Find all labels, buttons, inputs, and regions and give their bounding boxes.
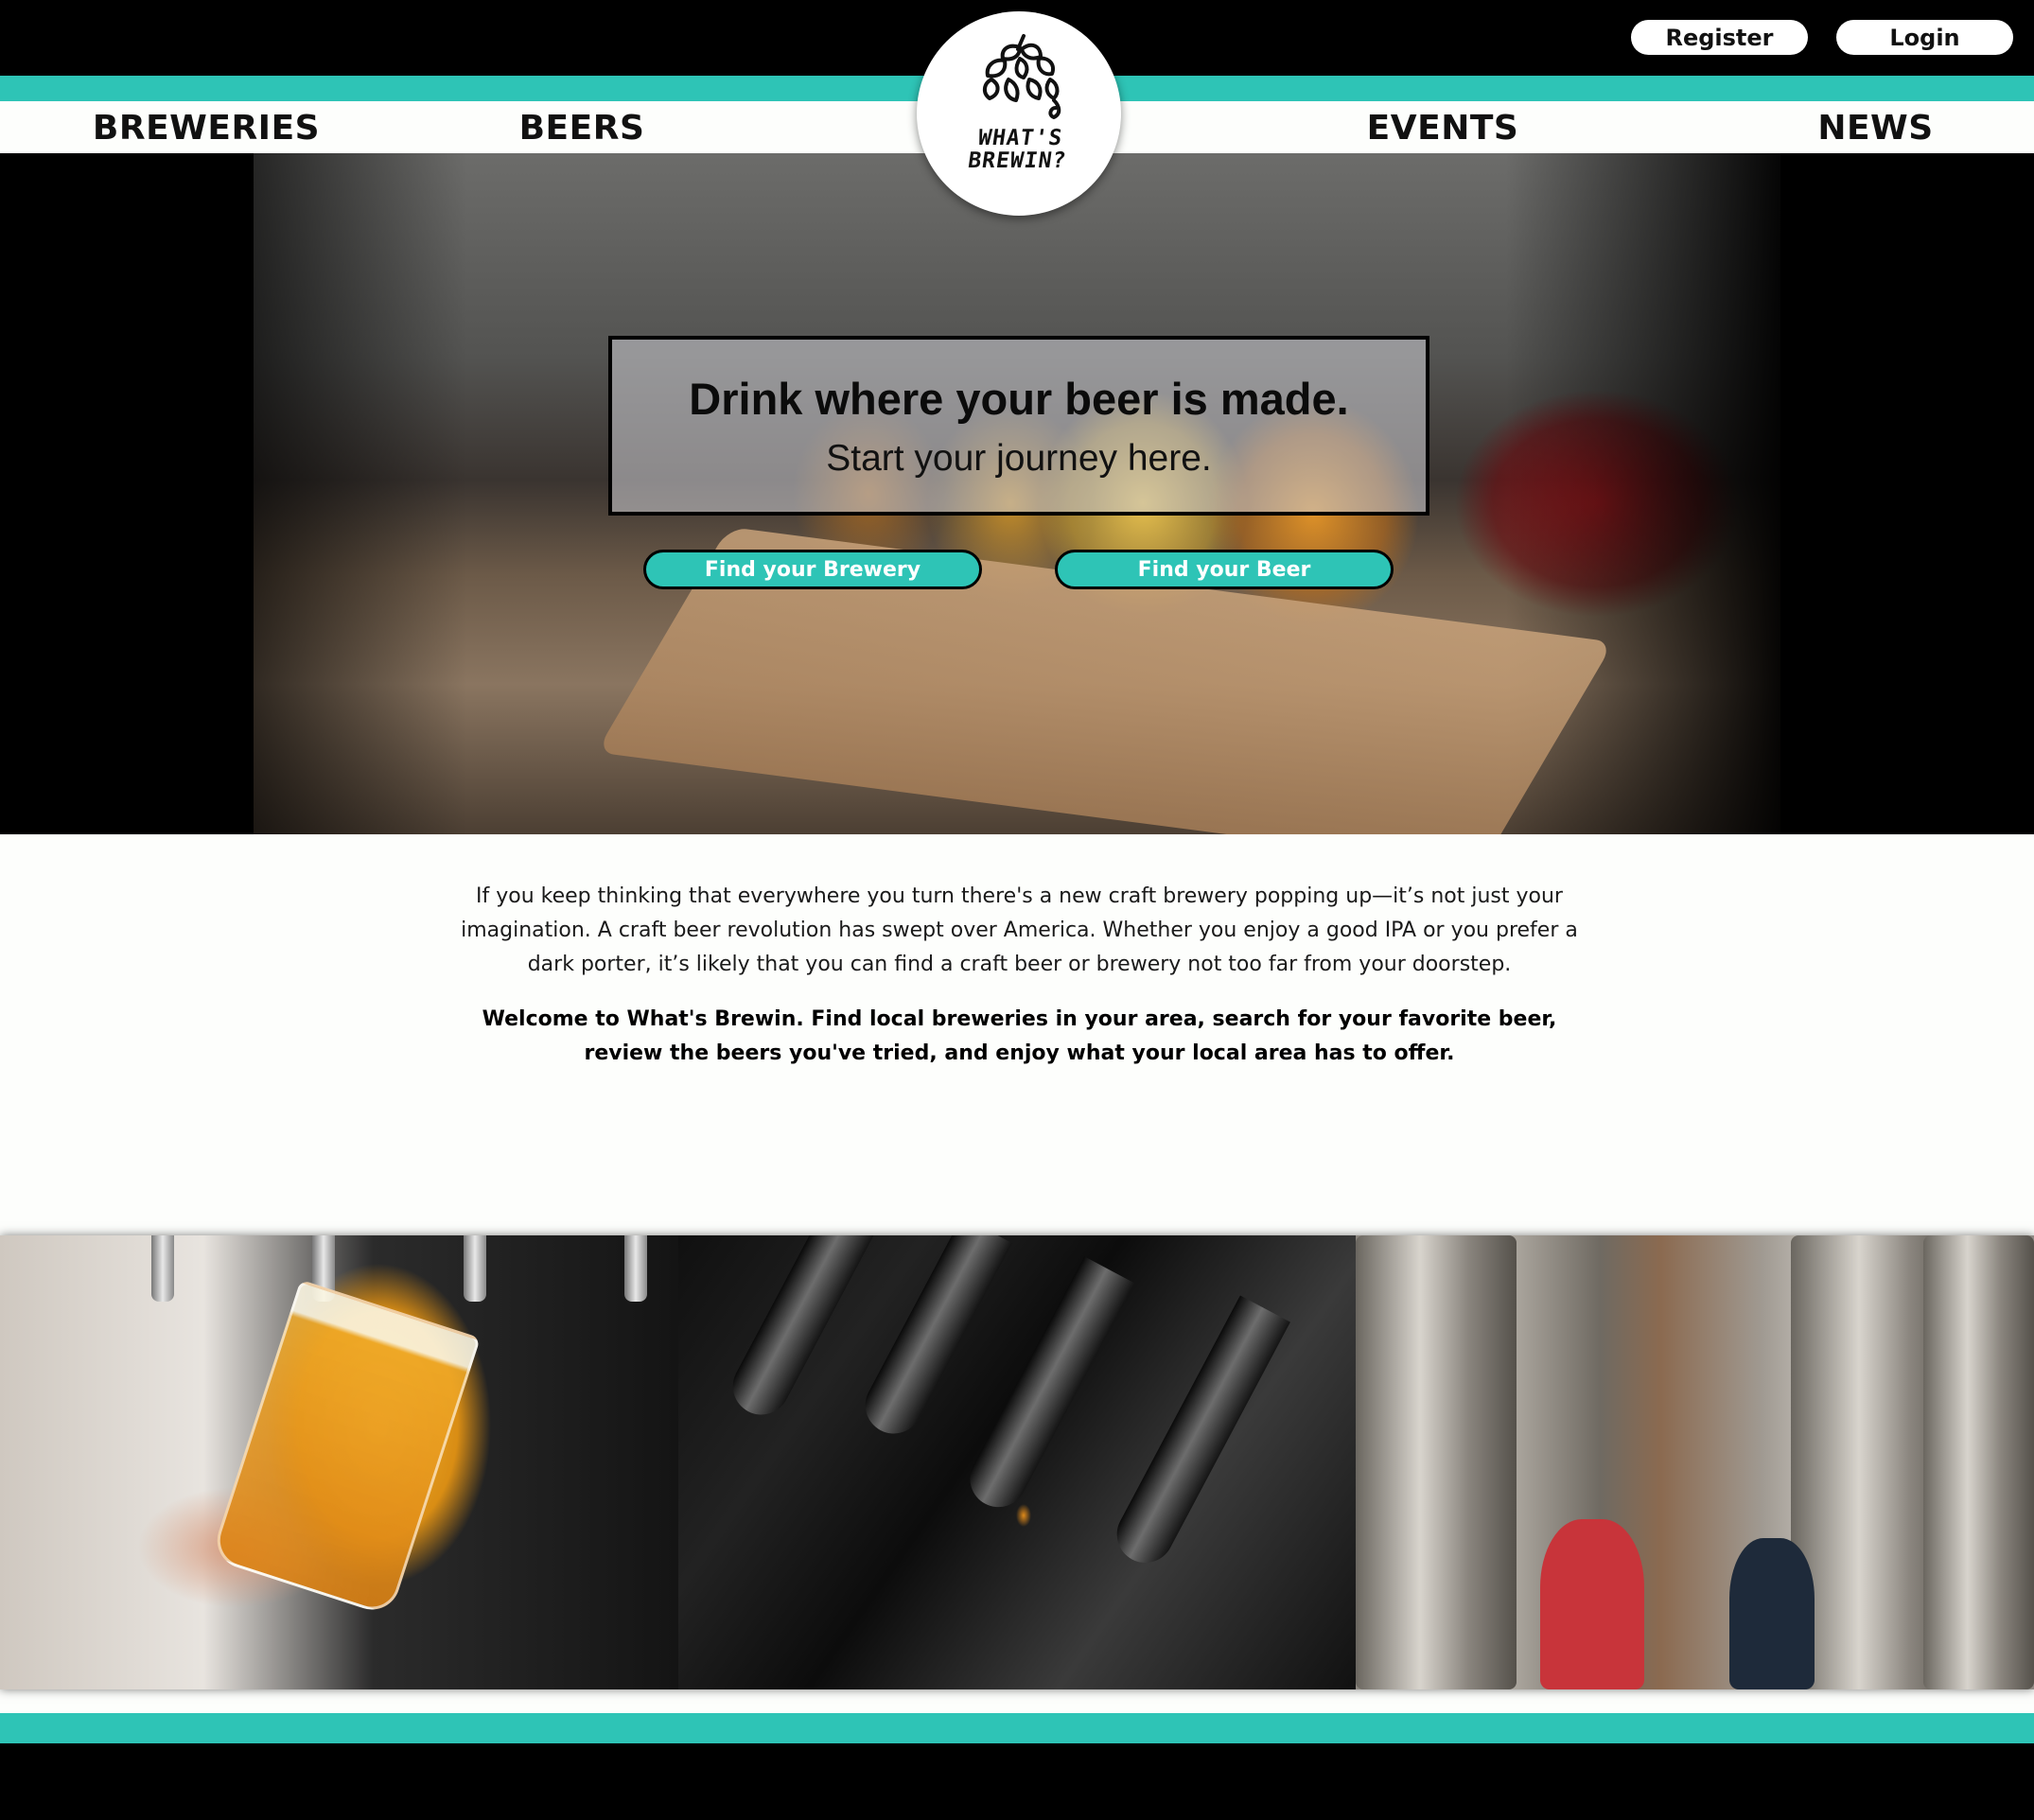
hero-subtitle: Start your journey here.: [826, 437, 1212, 479]
hero-headline-box: Drink where your beer is made. Start you…: [608, 336, 1429, 516]
tap-handle: [151, 1235, 174, 1302]
hero-title: Drink where your beer is made.: [689, 373, 1349, 424]
login-button[interactable]: Login: [1836, 20, 2013, 55]
tap-spout: [722, 1235, 880, 1426]
register-button[interactable]: Register: [1631, 20, 1808, 55]
tap-spout: [959, 1256, 1134, 1517]
intro-section: If you keep thinking that everywhere you…: [445, 880, 1594, 1071]
gallery-image-brewery-tanks: [1356, 1235, 2034, 1689]
tap-spout: [854, 1235, 1012, 1444]
logo-line-2: BREWIN?: [966, 149, 1069, 173]
tap-spout: [1106, 1295, 1290, 1573]
hop-icon: [983, 34, 1061, 119]
logo-wordmark: WHAT'S BREWIN?: [966, 126, 1072, 173]
tap-handle: [464, 1235, 486, 1302]
site-logo[interactable]: WHAT'S BREWIN?: [917, 11, 1121, 216]
gallery-image-tap-spouts: [677, 1235, 1357, 1689]
nav-link-news[interactable]: NEWS: [1797, 102, 1954, 153]
page: Register Login BREWERIES BEERS EVENTS NE…: [0, 0, 2034, 1820]
brew-tank: [1923, 1235, 2034, 1689]
intro-paragraph: If you keep thinking that everywhere you…: [461, 884, 1578, 976]
gallery-image-pouring-beer: [0, 1235, 678, 1689]
brew-tank: [1356, 1235, 1517, 1689]
nav-link-breweries[interactable]: BREWERIES: [93, 102, 320, 153]
logo-line-1: WHAT'S: [976, 126, 1065, 150]
welcome-paragraph: Welcome to What's Brewin. Find local bre…: [482, 1007, 1557, 1065]
nav-link-events[interactable]: EVENTS: [1362, 102, 1523, 153]
brewer-person: [1540, 1519, 1645, 1689]
brewer-person: [1729, 1538, 1815, 1689]
photo-gallery: [0, 1235, 2034, 1689]
find-beer-button[interactable]: Find your Beer: [1055, 550, 1394, 589]
beer-glass: [209, 1279, 482, 1618]
footer-accent-stripe: [0, 1713, 2034, 1743]
footer-bar: [0, 1743, 2034, 1820]
find-brewery-button[interactable]: Find your Brewery: [643, 550, 982, 589]
nav-link-beers[interactable]: BEERS: [501, 102, 662, 153]
tap-handle: [624, 1235, 647, 1302]
